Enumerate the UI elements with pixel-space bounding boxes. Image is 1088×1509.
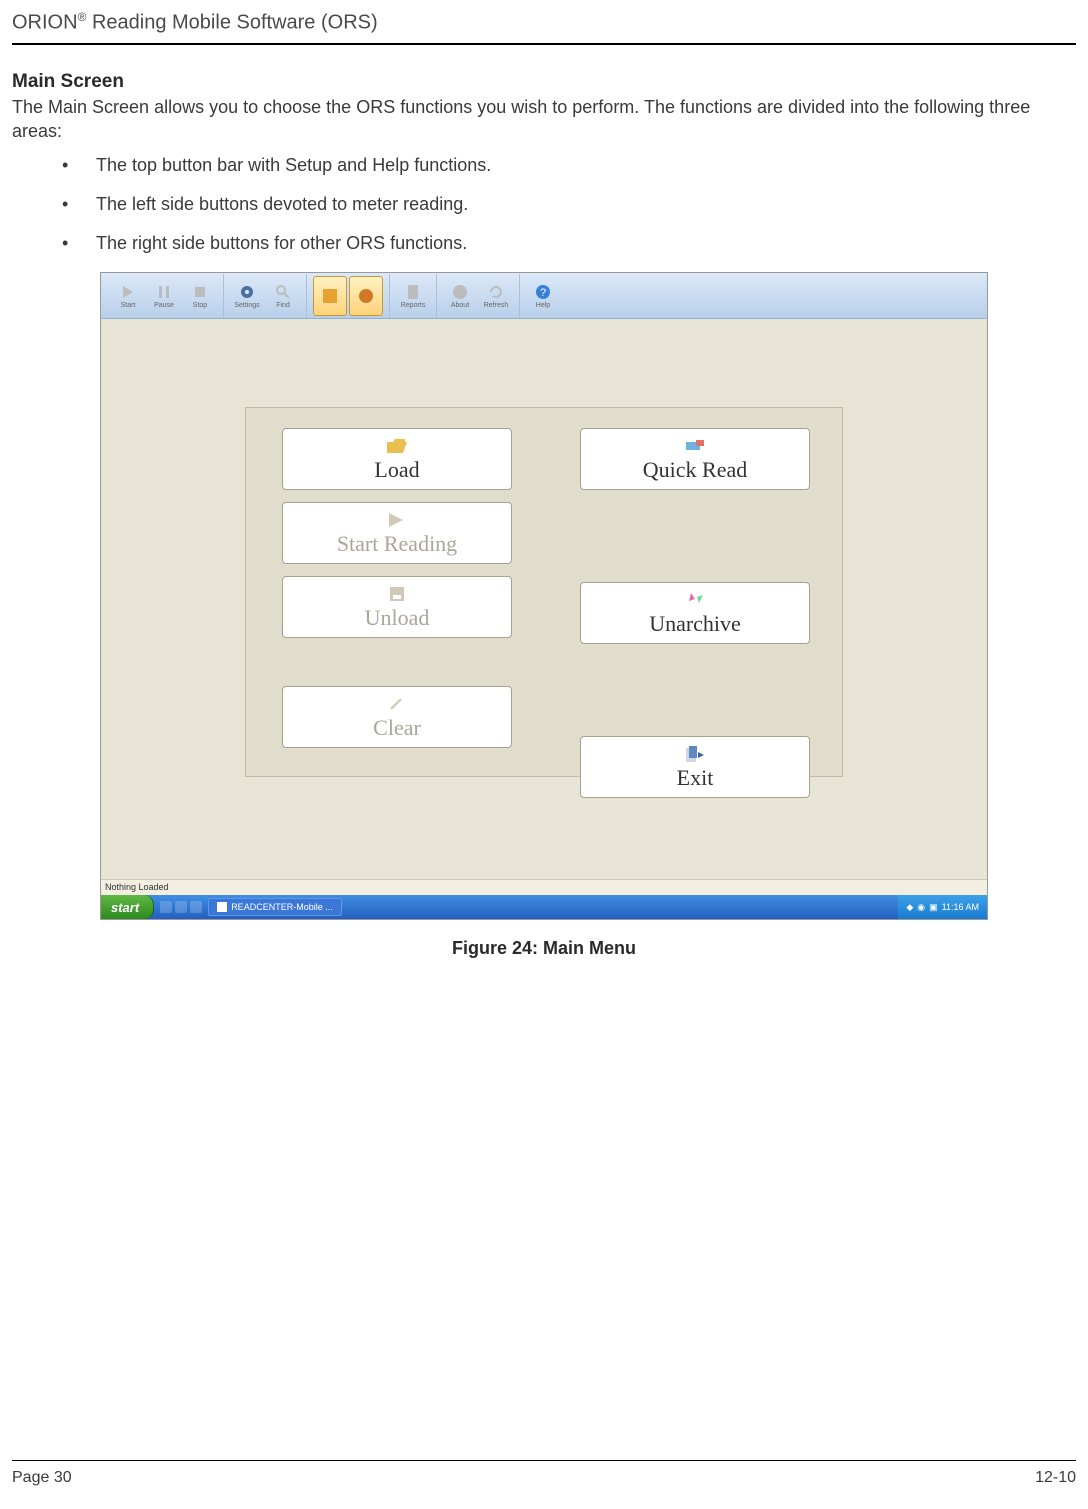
globe-icon <box>356 286 376 306</box>
ql-icon[interactable] <box>175 901 187 913</box>
quick-read-button[interactable]: Quick Read <box>580 428 810 490</box>
tray-icon: ◆ <box>906 902 913 913</box>
tray-clock: 11:16 AM <box>942 902 979 912</box>
page-number: Page 30 <box>12 1469 72 1487</box>
figure-caption: Figure 24: Main Menu <box>100 938 988 959</box>
toolbar-reports-button[interactable]: Reports <box>396 276 430 316</box>
quick-read-icon <box>686 437 704 455</box>
intro-paragraph: The Main Screen allows you to choose the… <box>12 95 1076 144</box>
app-icon <box>217 902 227 912</box>
section-title: Main Screen <box>12 71 1076 93</box>
tray-icon: ▣ <box>929 902 938 913</box>
toolbar-find-button[interactable]: Find <box>266 276 300 316</box>
footer-rule <box>12 1460 1076 1461</box>
page-footer: Page 30 12-10 <box>12 1460 1076 1487</box>
main-button-panel: Load Start Reading Unload Clear <box>245 407 843 777</box>
help-icon: ? <box>533 282 553 302</box>
main-screen-screenshot: Start Pause Stop Settings <box>100 272 988 920</box>
grid-icon <box>320 286 340 306</box>
pause-icon <box>154 282 174 302</box>
exit-button[interactable]: Exit <box>580 736 810 798</box>
tray-icon: ◉ <box>917 902 925 913</box>
toolbar-active-button-2[interactable] <box>349 276 383 316</box>
doc-revision: 12-10 <box>1035 1469 1076 1487</box>
bullet-list: The top button bar with Setup and Help f… <box>62 155 1076 254</box>
doc-icon <box>403 282 423 302</box>
toolbar-start-button[interactable]: Start <box>111 276 145 316</box>
quick-launch[interactable] <box>154 901 208 913</box>
status-bar: Nothing Loaded <box>101 879 987 895</box>
ql-icon[interactable] <box>160 901 172 913</box>
svg-text:?: ? <box>540 287 546 299</box>
document-header: ORION® Reading Mobile Software (ORS) <box>12 0 1076 41</box>
toolbar-active-button-1[interactable] <box>313 276 347 316</box>
toolbar-settings-button[interactable]: Settings <box>230 276 264 316</box>
toolbar-pause-button[interactable]: Pause <box>147 276 181 316</box>
exit-icon <box>686 745 704 763</box>
toolbar-about-button[interactable]: About <box>443 276 477 316</box>
unload-button[interactable]: Unload <box>282 576 512 638</box>
toolbar-help-button[interactable]: ? Help <box>526 276 560 316</box>
windows-taskbar: start READCENTER-Mobile ... ◆ ◉ ▣ 11:16 … <box>101 895 987 919</box>
gear-icon <box>237 282 257 302</box>
folder-open-icon <box>387 437 407 455</box>
app-toolbar: Start Pause Stop Settings <box>101 273 987 319</box>
unarchive-button[interactable]: Unarchive <box>580 582 810 644</box>
start-reading-button[interactable]: Start Reading <box>282 502 512 564</box>
save-icon <box>390 585 404 603</box>
search-icon <box>273 282 293 302</box>
clear-icon <box>389 695 405 713</box>
play-icon <box>118 282 138 302</box>
taskbar-item[interactable]: READCENTER-Mobile ... <box>208 898 342 916</box>
bullet-item: The top button bar with Setup and Help f… <box>62 155 1076 176</box>
toolbar-stop-button[interactable]: Stop <box>183 276 217 316</box>
info-icon <box>450 282 470 302</box>
play-icon <box>389 511 405 529</box>
stop-icon <box>190 282 210 302</box>
toolbar-refresh-button[interactable]: Refresh <box>479 276 513 316</box>
load-button[interactable]: Load <box>282 428 512 490</box>
status-text: Nothing Loaded <box>105 882 169 892</box>
start-button[interactable]: start <box>101 895 154 919</box>
system-tray[interactable]: ◆ ◉ ▣ 11:16 AM <box>898 895 987 919</box>
bullet-item: The left side buttons devoted to meter r… <box>62 194 1076 215</box>
refresh-icon <box>486 282 506 302</box>
ql-icon[interactable] <box>190 901 202 913</box>
bullet-item: The right side buttons for other ORS fun… <box>62 233 1076 254</box>
clear-button[interactable]: Clear <box>282 686 512 748</box>
unarchive-icon <box>687 591 703 609</box>
